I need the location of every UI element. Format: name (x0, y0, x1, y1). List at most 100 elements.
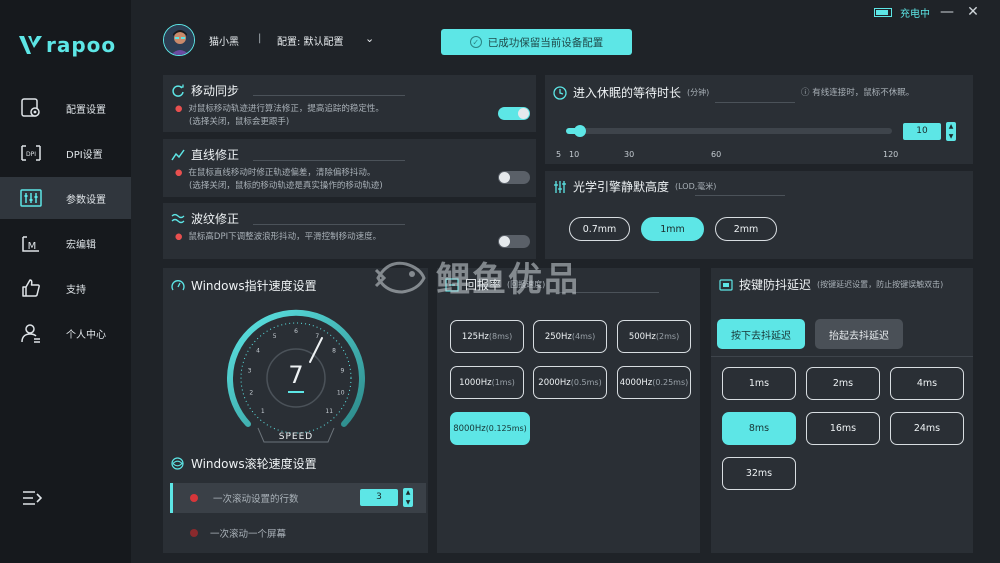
config-selector[interactable]: 配置: 默认配置 (277, 33, 344, 48)
sidebar-item-config[interactable]: 配置设置 (0, 87, 131, 129)
radio-dot[interactable] (190, 494, 198, 502)
lod-option-1mm[interactable]: 1mm (641, 217, 704, 241)
check-circle-icon: ✓ (469, 36, 482, 48)
debounce-option-24ms[interactable]: 24ms (890, 412, 964, 445)
scroll-row-label: 一次滚动一个屏幕 (210, 529, 287, 540)
motion-sync-panel: 移动同步 ● 对鼠标移动轨迹进行算法修正，提高追踪的稳定性。 (选择关闭，鼠标会更… (163, 75, 536, 132)
line-icon (171, 149, 185, 160)
lod-panel: 光学引擎静默高度 (LOD,毫米) (545, 171, 973, 259)
angle-snap-title: 直线修正 (191, 148, 240, 162)
dial-tick-label: 2 (249, 390, 253, 397)
sidebar-item-user[interactable]: 个人中心 (0, 312, 131, 354)
angle-snap-desc: ● 在鼠标直线移动时修正轨迹偏差，清除偏移抖动。 (选择关闭，鼠标的移动轨迹是真实… (175, 168, 383, 191)
ripple-header: 波纹修正 (171, 210, 239, 227)
scroll-wheel-icon (171, 457, 184, 470)
dial-tick-label: 5 (273, 333, 277, 340)
debounce-option-4ms[interactable]: 4ms (890, 367, 964, 400)
desc-line-2: (选择关闭，鼠标的移动轨迹是真实操作的移动轨迹) (189, 181, 383, 191)
ripple-panel: 波纹修正 ● 鼠标高DPI下调整波浪形抖动，平滑控制移动速度。 (163, 203, 536, 259)
toast-text: 已成功保留当前设备配置 (487, 36, 604, 49)
sleep-header: 进入休眠的等待时长 (分钟) (553, 84, 709, 101)
scroll-lines-stepper[interactable]: ▲ ▼ (403, 488, 413, 507)
ripple-toggle[interactable] (498, 235, 530, 248)
chevron-down-icon[interactable]: ⌄ (365, 32, 374, 45)
sleep-unit: (分钟) (687, 88, 710, 97)
user-icon (21, 324, 40, 343)
header-underline (253, 224, 405, 225)
divider (711, 356, 973, 357)
dial-tick-label: 10 (337, 390, 345, 397)
desc-line: 在鼠标直线移动时修正轨迹偏差，清除偏移抖动。 (188, 168, 376, 178)
brand-name: rapoo (46, 33, 117, 57)
down-arrow-icon[interactable]: ▼ (949, 133, 954, 140)
sidebar: rapoo 配置设置 DPI DPI设置 参数设置 M 宏编辑 支持 个人中心 (0, 0, 131, 563)
close-button[interactable]: ✕ (964, 4, 982, 20)
minimize-button[interactable]: — (938, 4, 956, 20)
clock-icon (553, 85, 567, 100)
sidebar-item-macro[interactable]: M 宏编辑 (0, 222, 131, 264)
sidebar-item-label: DPI设置 (66, 149, 103, 161)
scroll-row-screen[interactable]: 一次滚动一个屏幕 (170, 518, 426, 548)
polling-option-250[interactable]: 250Hz (4ms) (533, 320, 607, 353)
debounce-option-1ms[interactable]: 1ms (722, 367, 796, 400)
hz: 4000Hz (619, 377, 653, 388)
avatar[interactable] (163, 24, 195, 56)
radio-dot[interactable] (190, 529, 198, 537)
angle-snap-toggle[interactable] (498, 171, 530, 184)
sleep-slider[interactable] (566, 125, 892, 137)
desc-line: 鼠标高DPI下调整波浪形抖动，平滑控制移动速度。 (188, 232, 382, 242)
sidebar-item-label: 宏编辑 (66, 239, 96, 251)
debounce-option-16ms[interactable]: 16ms (806, 412, 880, 445)
logo-mark-icon (19, 36, 42, 54)
polling-option-2000[interactable]: 2000Hz (0.5ms) (533, 366, 607, 399)
debounce-option-8ms[interactable]: 8ms (722, 412, 796, 445)
dial-tick-label: 6 (294, 328, 298, 335)
up-arrow-icon[interactable]: ▲ (406, 489, 411, 496)
battery-icon (874, 7, 892, 17)
slider-tick: 10 (569, 150, 580, 159)
lod-option-0.7mm[interactable]: 0.7mm (569, 217, 630, 241)
polling-option-8000[interactable]: 8000Hz (0.125ms) (450, 412, 530, 445)
polling-option-1000[interactable]: 1000Hz (1ms) (450, 366, 524, 399)
sidebar-item-params[interactable]: 参数设置 (0, 177, 131, 219)
ms: (0.125ms) (485, 424, 527, 433)
pointer-speed-header: Windows指针速度设置 (171, 277, 317, 294)
polling-option-4000[interactable]: 4000Hz (0.25ms) (617, 366, 691, 399)
user-name: 猫小黑 (209, 37, 239, 48)
sidebar-item-support[interactable]: 支持 (0, 267, 131, 309)
sleep-value-input[interactable]: 10 (903, 123, 941, 140)
sidebar-item-label: 支持 (66, 284, 86, 296)
debounce-panel: 按键防抖延迟 (按键延迟设置，防止按键误触双击) (711, 268, 973, 553)
up-arrow-icon[interactable]: ▲ (949, 123, 954, 130)
polling-option-125[interactable]: 125Hz (8ms) (450, 320, 524, 353)
polling-option-500[interactable]: 500Hz (2ms) (617, 320, 691, 353)
motion-sync-header: 移动同步 (171, 82, 239, 99)
sleep-stepper[interactable]: ▲ ▼ (946, 122, 956, 141)
svg-text:M: M (28, 241, 37, 252)
motion-sync-title: 移动同步 (191, 84, 240, 98)
collapse-menu-icon[interactable] (22, 489, 42, 507)
dial-tick-label: 3 (248, 368, 252, 375)
lod-option-2mm[interactable]: 2mm (715, 217, 777, 241)
sidebar-item-dpi[interactable]: DPI DPI设置 (0, 132, 131, 174)
watermark: 鲤鱼优品 (372, 252, 580, 301)
debounce-option-2ms[interactable]: 2ms (806, 367, 880, 400)
release-debounce-button[interactable]: 抬起去抖延迟 (815, 319, 903, 349)
press-debounce-button[interactable]: 按下去抖延迟 (717, 319, 805, 349)
sleep-title: 进入休眠的等待时长 (573, 86, 682, 100)
dial-tick-label: 1 (261, 408, 265, 415)
motion-sync-toggle[interactable] (498, 107, 530, 120)
sidebar-item-label: 个人中心 (66, 329, 106, 341)
info-icon: ⓘ (801, 88, 813, 98)
dial-tick-label: 11 (325, 408, 333, 415)
ms: (0.5ms) (570, 378, 602, 387)
ms: (8ms) (488, 332, 513, 341)
down-arrow-icon[interactable]: ▼ (406, 499, 411, 506)
top-bar: 充电中 — ✕ 猫小黑 | 配置: 默认配置 ⌄ ✓ 已成功保留当前设备配置 (131, 0, 1000, 70)
scroll-lines-input[interactable]: 3 (360, 489, 398, 506)
debounce-option-32ms[interactable]: 32ms (722, 457, 796, 490)
angle-snap-panel: 直线修正 ● 在鼠标直线移动时修正轨迹偏差，清除偏移抖动。 (选择关闭，鼠标的移动… (163, 139, 536, 197)
motion-sync-desc: ● 对鼠标移动轨迹进行算法修正，提高追踪的稳定性。 (选择关闭，鼠标会更跟手) (175, 104, 384, 127)
hz: 500Hz (628, 331, 656, 342)
dial-tick-label: 8 (332, 347, 336, 354)
